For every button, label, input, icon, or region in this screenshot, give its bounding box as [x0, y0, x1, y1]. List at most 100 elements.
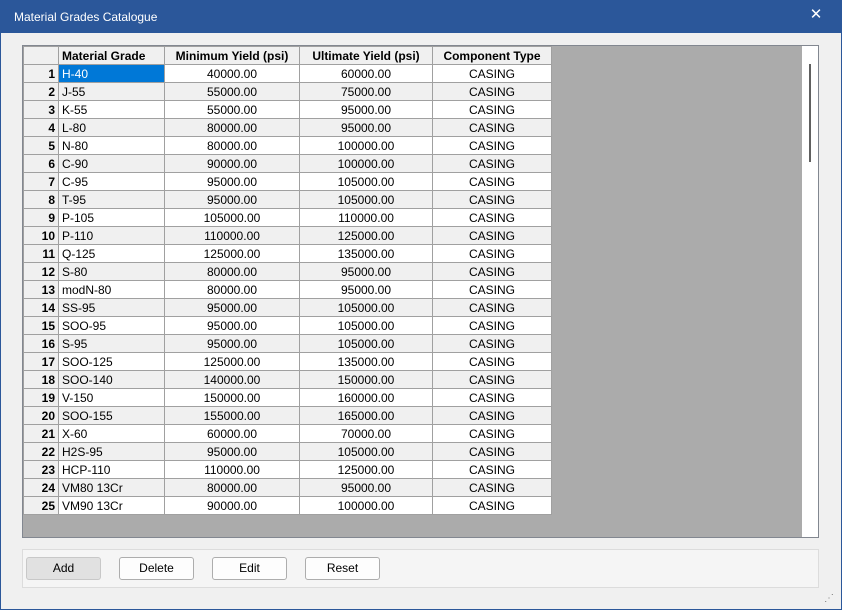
- row-header[interactable]: 9: [23, 208, 59, 227]
- cell-ultimate-yield[interactable]: 135000.00: [299, 244, 433, 263]
- cell-material-grade[interactable]: P-110: [58, 226, 165, 245]
- edit-button[interactable]: Edit: [212, 557, 287, 580]
- cell-component-type[interactable]: CASING: [432, 388, 552, 407]
- cell-ultimate-yield[interactable]: 105000.00: [299, 172, 433, 191]
- cell-minimum-yield[interactable]: 125000.00: [164, 352, 300, 371]
- row-header[interactable]: 22: [23, 442, 59, 461]
- table-row[interactable]: 25 VM90 13Cr 90000.00 100000.00 CASING: [23, 496, 552, 515]
- table-row[interactable]: 14 SS-95 95000.00 105000.00 CASING: [23, 298, 552, 317]
- cell-ultimate-yield[interactable]: 165000.00: [299, 406, 433, 425]
- row-header[interactable]: 10: [23, 226, 59, 245]
- row-header[interactable]: 17: [23, 352, 59, 371]
- delete-button[interactable]: Delete: [119, 557, 194, 580]
- corner-header[interactable]: [23, 46, 59, 65]
- row-header[interactable]: 19: [23, 388, 59, 407]
- cell-minimum-yield[interactable]: 80000.00: [164, 136, 300, 155]
- row-header[interactable]: 12: [23, 262, 59, 281]
- cell-material-grade[interactable]: modN-80: [58, 280, 165, 299]
- cell-minimum-yield[interactable]: 110000.00: [164, 460, 300, 479]
- cell-minimum-yield[interactable]: 40000.00: [164, 64, 300, 83]
- table-row[interactable]: 24 VM80 13Cr 80000.00 95000.00 CASING: [23, 478, 552, 497]
- cell-component-type[interactable]: CASING: [432, 460, 552, 479]
- cell-component-type[interactable]: CASING: [432, 64, 552, 83]
- cell-ultimate-yield[interactable]: 105000.00: [299, 334, 433, 353]
- cell-material-grade[interactable]: VM80 13Cr: [58, 478, 165, 497]
- cell-component-type[interactable]: CASING: [432, 298, 552, 317]
- cell-ultimate-yield[interactable]: 150000.00: [299, 370, 433, 389]
- cell-material-grade[interactable]: VM90 13Cr: [58, 496, 165, 515]
- table-row[interactable]: 22 H2S-95 95000.00 105000.00 CASING: [23, 442, 552, 461]
- cell-material-grade[interactable]: K-55: [58, 100, 165, 119]
- cell-material-grade[interactable]: N-80: [58, 136, 165, 155]
- cell-material-grade[interactable]: C-90: [58, 154, 165, 173]
- row-header[interactable]: 1: [23, 64, 59, 83]
- row-header[interactable]: 21: [23, 424, 59, 443]
- cell-material-grade[interactable]: P-105: [58, 208, 165, 227]
- table-row[interactable]: 8 T-95 95000.00 105000.00 CASING: [23, 190, 552, 209]
- row-header[interactable]: 4: [23, 118, 59, 137]
- cell-component-type[interactable]: CASING: [432, 370, 552, 389]
- cell-component-type[interactable]: CASING: [432, 244, 552, 263]
- cell-ultimate-yield[interactable]: 125000.00: [299, 460, 433, 479]
- table-row[interactable]: 1 H-40 40000.00 60000.00 CASING: [23, 64, 552, 83]
- cell-component-type[interactable]: CASING: [432, 100, 552, 119]
- cell-material-grade[interactable]: SOO-125: [58, 352, 165, 371]
- cell-ultimate-yield[interactable]: 105000.00: [299, 316, 433, 335]
- cell-material-grade[interactable]: T-95: [58, 190, 165, 209]
- cell-component-type[interactable]: CASING: [432, 334, 552, 353]
- cell-material-grade[interactable]: S-95: [58, 334, 165, 353]
- cell-minimum-yield[interactable]: 80000.00: [164, 280, 300, 299]
- cell-minimum-yield[interactable]: 155000.00: [164, 406, 300, 425]
- cell-component-type[interactable]: CASING: [432, 136, 552, 155]
- table-row[interactable]: 4 L-80 80000.00 95000.00 CASING: [23, 118, 552, 137]
- cell-ultimate-yield[interactable]: 110000.00: [299, 208, 433, 227]
- table-row[interactable]: 3 K-55 55000.00 95000.00 CASING: [23, 100, 552, 119]
- cell-component-type[interactable]: CASING: [432, 226, 552, 245]
- row-header[interactable]: 14: [23, 298, 59, 317]
- table-row[interactable]: 2 J-55 55000.00 75000.00 CASING: [23, 82, 552, 101]
- resize-grip-icon[interactable]: ⋰: [824, 593, 834, 604]
- cell-ultimate-yield[interactable]: 105000.00: [299, 442, 433, 461]
- row-header[interactable]: 18: [23, 370, 59, 389]
- cell-ultimate-yield[interactable]: 125000.00: [299, 226, 433, 245]
- row-header[interactable]: 6: [23, 154, 59, 173]
- cell-minimum-yield[interactable]: 80000.00: [164, 262, 300, 281]
- table-row[interactable]: 16 S-95 95000.00 105000.00 CASING: [23, 334, 552, 353]
- cell-material-grade[interactable]: SS-95: [58, 298, 165, 317]
- cell-minimum-yield[interactable]: 110000.00: [164, 226, 300, 245]
- cell-material-grade[interactable]: J-55: [58, 82, 165, 101]
- cell-component-type[interactable]: CASING: [432, 208, 552, 227]
- cell-material-grade[interactable]: SOO-95: [58, 316, 165, 335]
- column-header-material-grade[interactable]: Material Grade: [58, 46, 165, 65]
- cell-minimum-yield[interactable]: 95000.00: [164, 172, 300, 191]
- row-header[interactable]: 20: [23, 406, 59, 425]
- cell-ultimate-yield[interactable]: 160000.00: [299, 388, 433, 407]
- cell-material-grade[interactable]: H2S-95: [58, 442, 165, 461]
- cell-ultimate-yield[interactable]: 70000.00: [299, 424, 433, 443]
- column-header-component-type[interactable]: Component Type: [432, 46, 552, 65]
- cell-ultimate-yield[interactable]: 75000.00: [299, 82, 433, 101]
- table-row[interactable]: 5 N-80 80000.00 100000.00 CASING: [23, 136, 552, 155]
- cell-minimum-yield[interactable]: 95000.00: [164, 442, 300, 461]
- cell-component-type[interactable]: CASING: [432, 316, 552, 335]
- cell-minimum-yield[interactable]: 150000.00: [164, 388, 300, 407]
- reset-button[interactable]: Reset: [305, 557, 380, 580]
- table-row[interactable]: 6 C-90 90000.00 100000.00 CASING: [23, 154, 552, 173]
- add-button[interactable]: Add: [26, 557, 101, 580]
- cell-ultimate-yield[interactable]: 105000.00: [299, 190, 433, 209]
- row-header[interactable]: 23: [23, 460, 59, 479]
- cell-minimum-yield[interactable]: 55000.00: [164, 82, 300, 101]
- cell-material-grade[interactable]: X-60: [58, 424, 165, 443]
- cell-ultimate-yield[interactable]: 60000.00: [299, 64, 433, 83]
- cell-minimum-yield[interactable]: 140000.00: [164, 370, 300, 389]
- title-bar[interactable]: Material Grades Catalogue ✕: [1, 1, 841, 33]
- cell-ultimate-yield[interactable]: 95000.00: [299, 478, 433, 497]
- row-header[interactable]: 3: [23, 100, 59, 119]
- cell-minimum-yield[interactable]: 80000.00: [164, 118, 300, 137]
- cell-ultimate-yield[interactable]: 100000.00: [299, 496, 433, 515]
- cell-minimum-yield[interactable]: 90000.00: [164, 154, 300, 173]
- cell-material-grade[interactable]: H-40: [58, 64, 165, 83]
- row-header[interactable]: 13: [23, 280, 59, 299]
- cell-component-type[interactable]: CASING: [432, 352, 552, 371]
- scrollbar-thumb[interactable]: [809, 64, 811, 162]
